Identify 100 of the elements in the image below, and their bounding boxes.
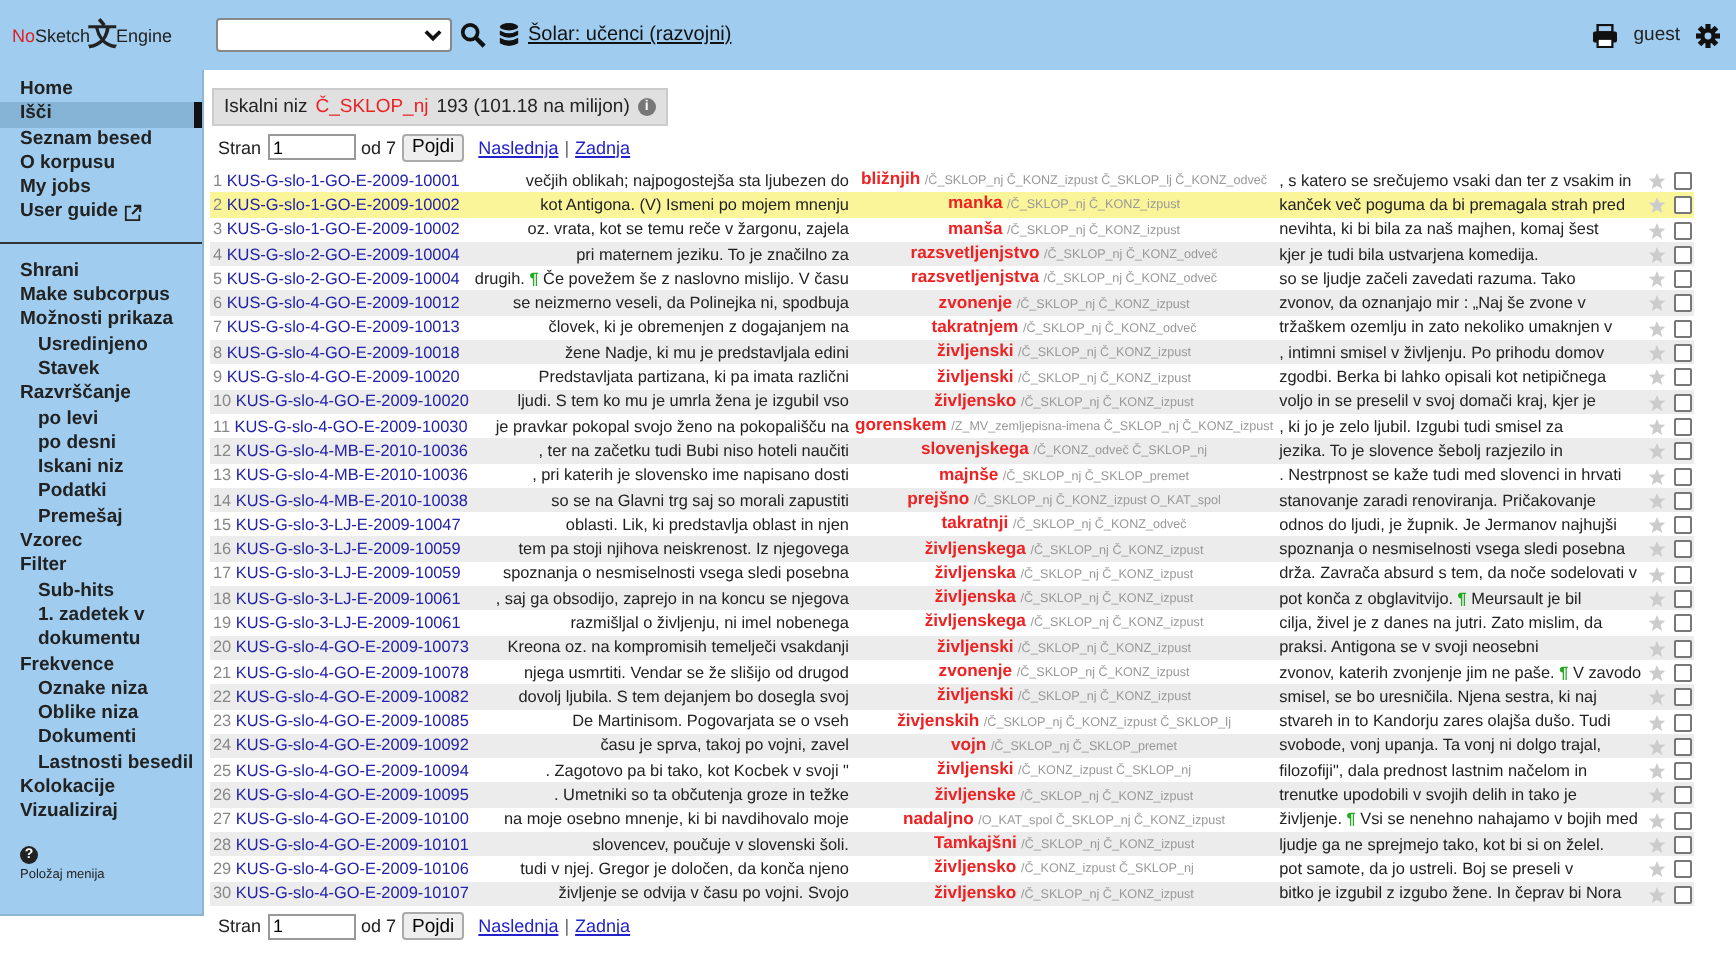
menu-item[interactable]: po desni bbox=[0, 431, 202, 457]
reference-link[interactable]: KUS-G-slo-3-LJ-E-2009-10059 bbox=[235, 540, 461, 559]
keyword[interactable]: takratnji bbox=[941, 512, 1009, 533]
row-checkbox[interactable] bbox=[1673, 614, 1692, 633]
keyword[interactable]: gorenskem bbox=[854, 414, 947, 435]
keyword[interactable]: bližnjih bbox=[861, 168, 921, 189]
star-icon[interactable] bbox=[1647, 294, 1666, 313]
star-icon[interactable] bbox=[1647, 786, 1666, 805]
star-icon[interactable] bbox=[1647, 171, 1666, 190]
reference-link[interactable]: KUS-G-slo-3-LJ-E-2009-10059 bbox=[235, 564, 461, 583]
row-checkbox[interactable] bbox=[1673, 565, 1692, 584]
keyword[interactable]: življensko bbox=[934, 856, 1017, 877]
menu-item[interactable]: Oznake niza bbox=[0, 677, 202, 703]
star-icon[interactable] bbox=[1647, 393, 1666, 412]
keyword[interactable]: življenski bbox=[937, 365, 1014, 386]
menu-item[interactable]: Možnosti prikaza bbox=[0, 308, 202, 334]
row-checkbox[interactable] bbox=[1673, 196, 1692, 215]
row-checkbox[interactable] bbox=[1673, 639, 1692, 658]
logo[interactable]: NoSketch文Engine bbox=[12, 16, 196, 54]
star-icon[interactable] bbox=[1647, 319, 1666, 338]
keyword[interactable]: majnše bbox=[939, 463, 999, 484]
go-button[interactable]: Pojdi bbox=[402, 133, 465, 161]
star-icon[interactable] bbox=[1647, 639, 1666, 658]
keyword[interactable]: nadaljno bbox=[902, 807, 974, 828]
menu-item[interactable]: Kolokacije bbox=[0, 776, 202, 801]
row-checkbox[interactable] bbox=[1673, 516, 1692, 535]
row-checkbox[interactable] bbox=[1673, 245, 1692, 264]
reference-link[interactable]: KUS-G-slo-4-GO-E-2009-10012 bbox=[226, 294, 460, 313]
user-name[interactable]: guest bbox=[1633, 24, 1680, 46]
row-checkbox[interactable] bbox=[1673, 885, 1692, 904]
keyword[interactable]: življenski bbox=[937, 684, 1014, 705]
menu-item[interactable]: Iskani niz bbox=[0, 456, 202, 481]
star-icon[interactable] bbox=[1647, 713, 1666, 731]
row-checkbox[interactable] bbox=[1673, 221, 1692, 240]
star-icon[interactable] bbox=[1647, 614, 1666, 633]
reference-link[interactable]: KUS-G-slo-4-GO-E-2009-10100 bbox=[235, 810, 469, 829]
menu-item[interactable]: po levi bbox=[0, 407, 202, 432]
keyword[interactable]: življenski bbox=[937, 758, 1014, 779]
reference-link[interactable]: KUS-G-slo-3-LJ-E-2009-10047 bbox=[235, 515, 461, 534]
next-link[interactable]: Naslednja bbox=[478, 137, 559, 157]
keyword[interactable]: razsvetljenjstva bbox=[910, 266, 1039, 287]
star-icon[interactable] bbox=[1647, 590, 1666, 609]
menu-item[interactable]: Home bbox=[0, 78, 202, 103]
menu-item[interactable]: Seznam besed bbox=[0, 127, 202, 152]
menu-item[interactable]: Premešaj bbox=[0, 505, 202, 531]
keyword[interactable]: življenski bbox=[937, 635, 1014, 656]
reference-link[interactable]: KUS-G-slo-4-GO-E-2009-10106 bbox=[235, 859, 469, 878]
star-icon[interactable] bbox=[1647, 688, 1666, 707]
reference-link[interactable]: KUS-G-slo-4-MB-E-2010-10038 bbox=[235, 491, 468, 509]
menu-item[interactable]: Oblike niza bbox=[0, 702, 202, 727]
row-checkbox[interactable] bbox=[1673, 442, 1692, 461]
star-icon[interactable] bbox=[1647, 270, 1666, 289]
star-icon[interactable] bbox=[1647, 860, 1666, 879]
menu-item[interactable]: Shrani bbox=[0, 259, 202, 285]
corpus-link[interactable]: Šolar: učenci (razvojni) bbox=[528, 24, 732, 46]
go-button[interactable]: Pojdi bbox=[402, 912, 465, 941]
reference-link[interactable]: KUS-G-slo-2-GO-E-2009-10004 bbox=[226, 269, 460, 288]
search-icon[interactable] bbox=[460, 22, 486, 48]
menu-item[interactable]: Stavek bbox=[0, 357, 202, 383]
star-icon[interactable] bbox=[1647, 663, 1666, 682]
row-checkbox[interactable] bbox=[1673, 344, 1692, 363]
row-checkbox[interactable] bbox=[1673, 762, 1692, 781]
star-icon[interactable] bbox=[1647, 811, 1666, 830]
reference-link[interactable]: KUS-G-slo-4-GO-E-2009-10018 bbox=[226, 343, 460, 362]
menu-item[interactable]: My jobs bbox=[0, 176, 202, 201]
menu-item[interactable]: Razvrščanje bbox=[0, 382, 202, 408]
reference-link[interactable]: KUS-G-slo-4-MB-E-2010-10036 bbox=[235, 441, 468, 460]
reference-link[interactable]: KUS-G-slo-1-GO-E-2009-10001 bbox=[226, 171, 460, 190]
keyword[interactable]: življenska bbox=[934, 561, 1016, 582]
row-checkbox[interactable] bbox=[1673, 786, 1692, 805]
row-checkbox[interactable] bbox=[1673, 737, 1692, 756]
row-checkbox[interactable] bbox=[1673, 467, 1692, 486]
reference-link[interactable]: KUS-G-slo-4-GO-E-2009-10095 bbox=[235, 786, 469, 805]
settings-icon[interactable] bbox=[1696, 23, 1720, 47]
row-checkbox[interactable] bbox=[1673, 294, 1692, 313]
keyword[interactable]: življensko bbox=[934, 881, 1017, 902]
star-icon[interactable] bbox=[1647, 762, 1666, 781]
row-checkbox[interactable] bbox=[1673, 811, 1692, 830]
reference-link[interactable]: KUS-G-slo-1-GO-E-2009-10002 bbox=[226, 220, 460, 239]
last-link[interactable]: Zadnja bbox=[575, 137, 631, 157]
keyword[interactable]: življenskega bbox=[924, 537, 1026, 558]
page-input[interactable]: 1 bbox=[267, 913, 356, 940]
row-checkbox[interactable] bbox=[1673, 368, 1692, 387]
menu-item[interactable]: Frekvence bbox=[0, 653, 202, 678]
menu-item[interactable]: Make subcorpus bbox=[0, 284, 202, 309]
row-checkbox[interactable] bbox=[1673, 171, 1692, 190]
star-icon[interactable] bbox=[1647, 835, 1666, 854]
reference-link[interactable]: KUS-G-slo-4-GO-E-2009-10030 bbox=[234, 417, 468, 436]
reference-link[interactable]: KUS-G-slo-4-GO-E-2009-10092 bbox=[235, 736, 469, 755]
reference-link[interactable]: KUS-G-slo-4-GO-E-2009-10020 bbox=[235, 392, 469, 411]
keyword[interactable]: razsvetljenjstvo bbox=[910, 242, 1040, 263]
star-icon[interactable] bbox=[1647, 344, 1666, 363]
row-checkbox[interactable] bbox=[1673, 688, 1692, 707]
row-checkbox[interactable] bbox=[1673, 663, 1692, 682]
reference-link[interactable]: KUS-G-slo-4-GO-E-2009-10101 bbox=[235, 835, 469, 854]
menu-item[interactable]: Išči bbox=[0, 102, 202, 128]
reference-link[interactable]: KUS-G-slo-2-GO-E-2009-10004 bbox=[226, 245, 460, 264]
menu-item[interactable]: Dokumenti bbox=[0, 726, 202, 752]
menu-item[interactable]: 1. zadetek v dokumentu bbox=[0, 603, 202, 654]
menu-item[interactable]: Vizualiziraj bbox=[0, 800, 202, 826]
